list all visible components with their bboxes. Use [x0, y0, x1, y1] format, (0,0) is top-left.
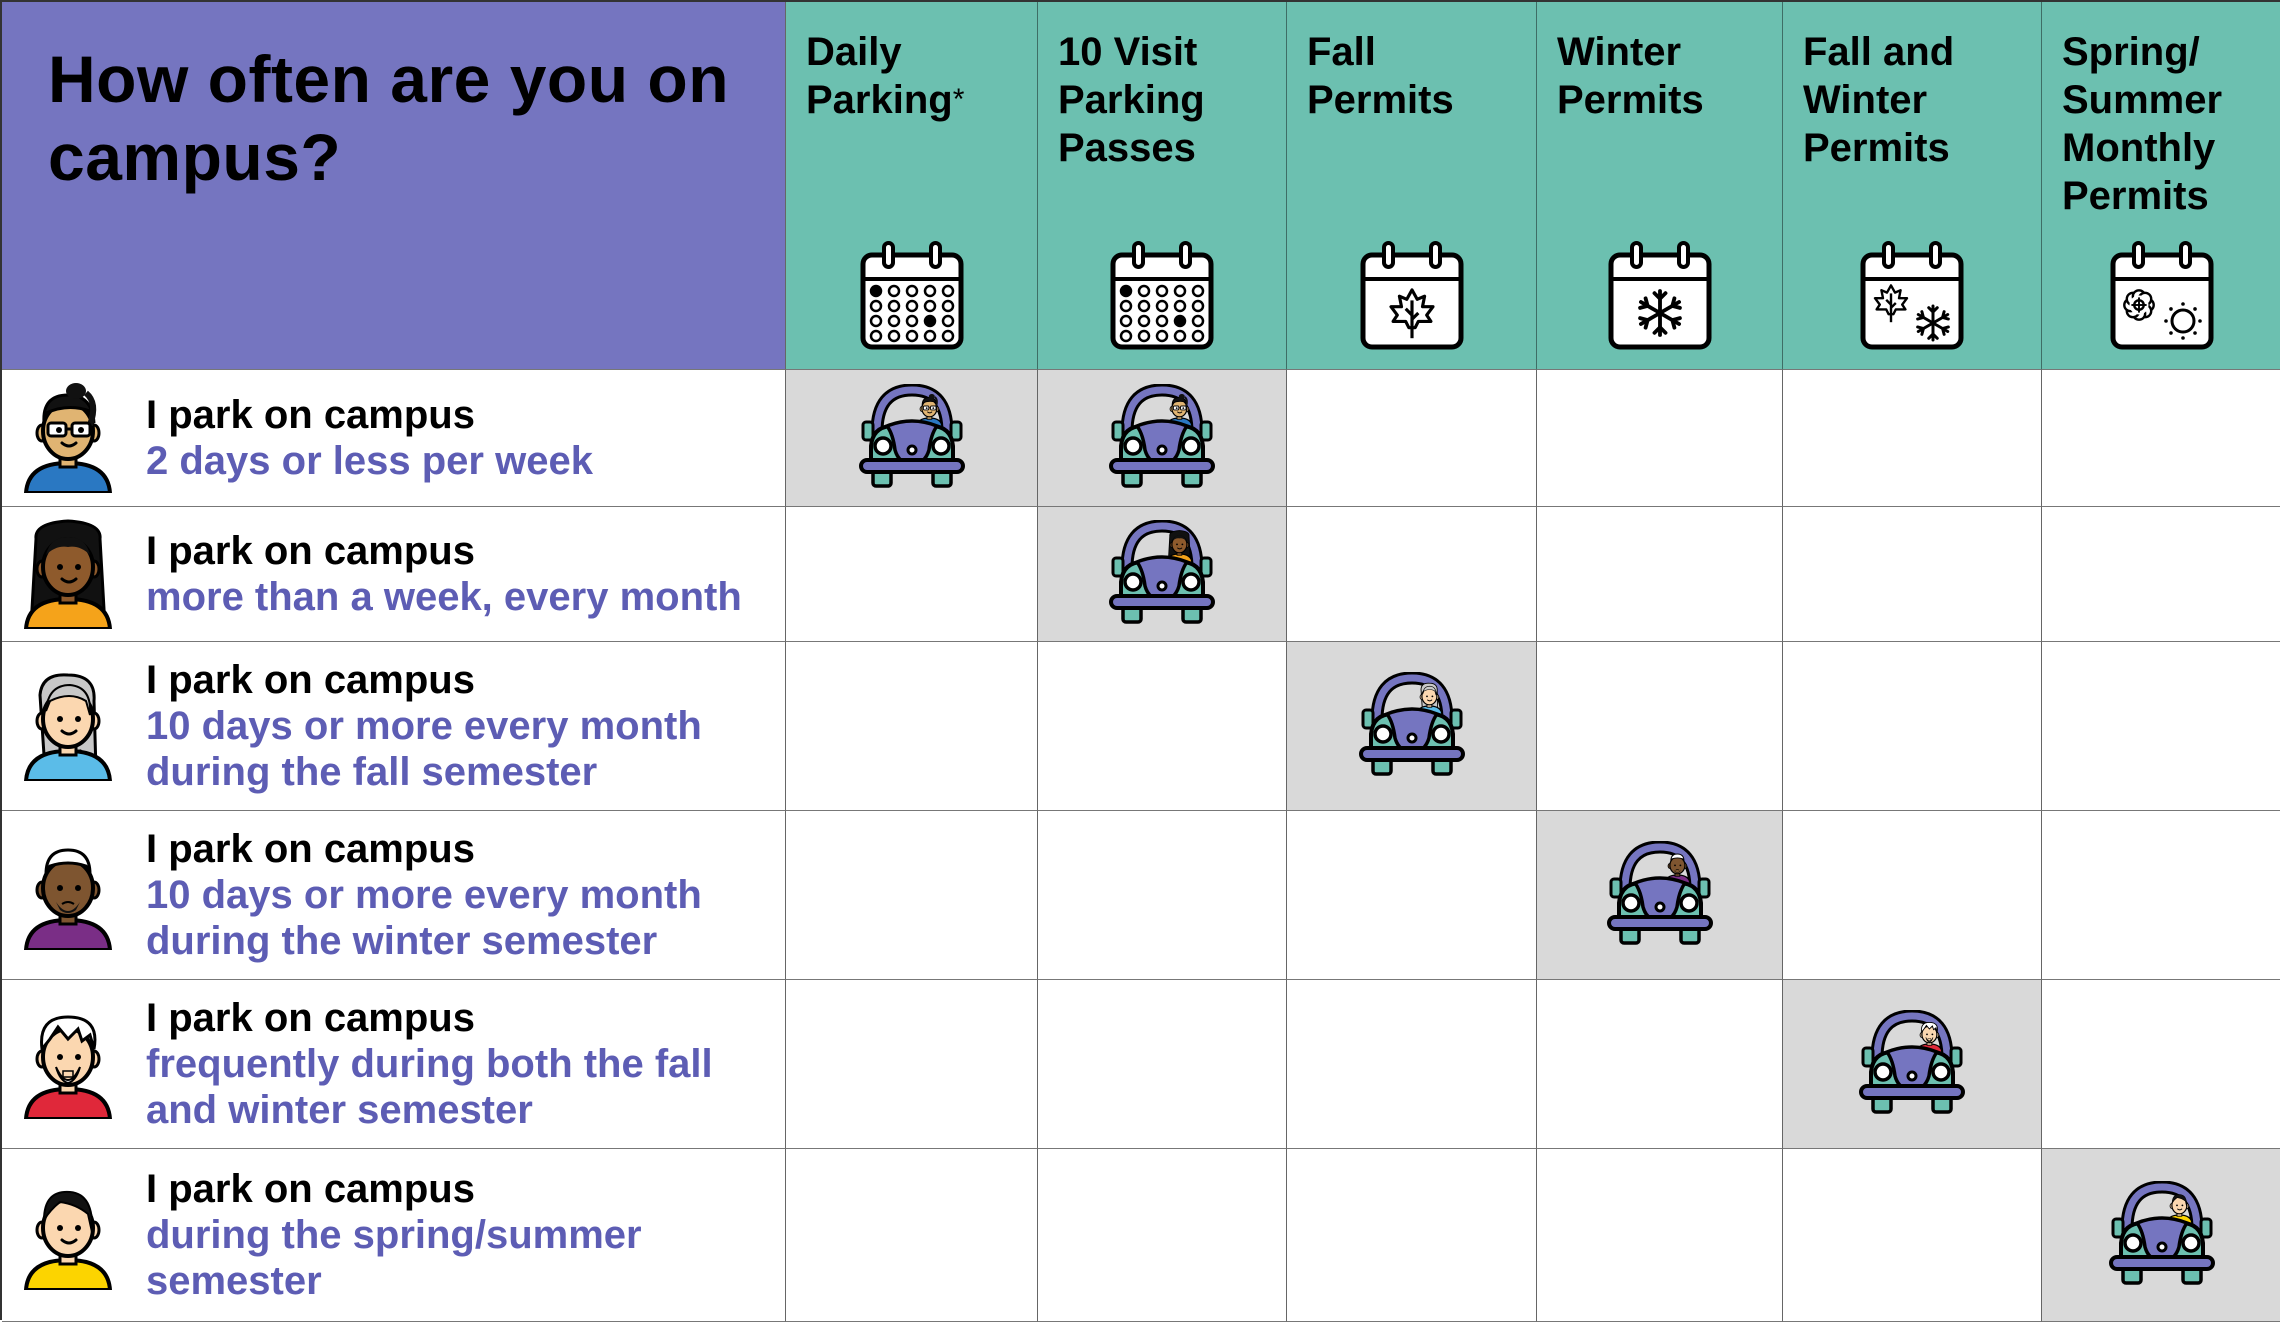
- empty-cell: [1783, 370, 2042, 507]
- empty-cell: [1038, 1149, 1287, 1322]
- car-with-driver-icon: [1601, 840, 1719, 949]
- plan-label: Daily Parking*: [806, 30, 965, 122]
- empty-cell: [1783, 811, 2042, 980]
- recommended-cell: [786, 370, 1038, 507]
- recommended-cell: [1287, 642, 1537, 811]
- usage-row-label: I park on campus 10 days or more every m…: [2, 811, 786, 980]
- recommended-cell: [1038, 507, 1287, 642]
- recommended-cell: [1038, 370, 1287, 507]
- usage-description: I park on campus during the spring/summe…: [146, 1166, 642, 1304]
- empty-cell: [786, 642, 1038, 811]
- usage-detail: more than a week, every month: [146, 575, 742, 619]
- person-glasses-bun-avatar: [20, 383, 116, 495]
- calendar-snowflake-icon: [1605, 241, 1715, 351]
- empty-cell: [1537, 980, 1783, 1149]
- empty-cell: [1783, 642, 2042, 811]
- empty-cell: [1537, 642, 1783, 811]
- usage-description: I park on campus frequently during both …: [146, 995, 713, 1133]
- empty-cell: [1287, 811, 1537, 980]
- empty-cell: [2042, 370, 2280, 507]
- usage-lead: I park on campus: [146, 393, 475, 437]
- question-title: How often are you on campus?: [48, 42, 730, 194]
- car-with-driver-icon: [1103, 383, 1221, 492]
- plan-header: Daily Parking*: [786, 2, 1038, 370]
- empty-cell: [1038, 980, 1287, 1149]
- empty-cell: [786, 1149, 1038, 1322]
- empty-cell: [786, 811, 1038, 980]
- person-curly-hair-avatar: [20, 519, 116, 631]
- plan-label: Spring/ Summer Monthly Permits: [2062, 30, 2223, 218]
- empty-cell: [1287, 507, 1537, 642]
- calendar-leaf-snowflake-icon: [1857, 241, 1967, 351]
- person-long-grey-hair-avatar: [20, 671, 116, 785]
- empty-cell: [1537, 370, 1783, 507]
- question-header: How often are you on campus?: [2, 2, 786, 370]
- empty-cell: [2042, 507, 2280, 642]
- calendar-days-icon: [857, 241, 967, 351]
- empty-cell: [786, 980, 1038, 1149]
- calendar-flower-sun-icon: [2107, 241, 2217, 351]
- car-with-driver-icon: [853, 383, 971, 492]
- usage-detail: during the spring/summer semester: [146, 1213, 642, 1303]
- empty-cell: [1287, 1149, 1537, 1322]
- usage-lead: I park on campus: [146, 658, 475, 702]
- empty-cell: [1783, 1149, 2042, 1322]
- plan-label: Winter Permits: [1557, 30, 1704, 122]
- usage-description: I park on campus more than a week, every…: [146, 528, 742, 620]
- person-white-hair-goatee-avatar: [20, 1009, 116, 1121]
- plan-label: 10 Visit Parking Passes: [1058, 30, 1205, 170]
- usage-detail: frequently during both the fall and wint…: [146, 1042, 713, 1132]
- empty-cell: [2042, 811, 2280, 980]
- usage-lead: I park on campus: [146, 996, 475, 1040]
- calendar-days-icon: [1107, 241, 1217, 351]
- plan-header: 10 Visit Parking Passes: [1038, 2, 1287, 370]
- usage-row-label: I park on campus more than a week, every…: [2, 507, 786, 642]
- plan-header: Fall and Winter Permits: [1783, 2, 2042, 370]
- usage-description: I park on campus 10 days or more every m…: [146, 826, 702, 964]
- plan-header: Spring/ Summer Monthly Permits: [2042, 2, 2280, 370]
- usage-description: I park on campus 10 days or more every m…: [146, 657, 702, 795]
- empty-cell: [786, 507, 1038, 642]
- empty-cell: [1038, 811, 1287, 980]
- plan-header: Fall Permits: [1287, 2, 1537, 370]
- empty-cell: [1537, 1149, 1783, 1322]
- usage-lead: I park on campus: [146, 529, 475, 573]
- usage-description: I park on campus 2 days or less per week: [146, 392, 593, 484]
- recommended-cell: [2042, 1149, 2280, 1322]
- recommended-cell: [1537, 811, 1783, 980]
- empty-cell: [1783, 507, 2042, 642]
- usage-row-label: I park on campus during the spring/summe…: [2, 1149, 786, 1322]
- car-with-driver-icon: [2103, 1180, 2221, 1289]
- empty-cell: [2042, 980, 2280, 1149]
- empty-cell: [2042, 642, 2280, 811]
- plan-header: Winter Permits: [1537, 2, 1783, 370]
- car-with-driver-icon: [1853, 1009, 1971, 1118]
- car-with-driver-icon: [1353, 671, 1471, 780]
- usage-detail: 10 days or more every month during the f…: [146, 704, 702, 794]
- usage-detail: 10 days or more every month during the w…: [146, 873, 702, 963]
- calendar-maple-leaf-icon: [1357, 241, 1467, 351]
- footnote-marker: *: [952, 83, 965, 116]
- person-short-black-hair-avatar: [20, 1180, 116, 1292]
- usage-detail: 2 days or less per week: [146, 439, 593, 483]
- empty-cell: [1537, 507, 1783, 642]
- parking-options-table: How often are you on campus? Daily Parkin…: [0, 0, 2280, 1322]
- recommended-cell: [1783, 980, 2042, 1149]
- empty-cell: [1287, 370, 1537, 507]
- empty-cell: [1038, 642, 1287, 811]
- usage-row-label: I park on campus 2 days or less per week: [2, 370, 786, 507]
- usage-lead: I park on campus: [146, 1167, 475, 1211]
- person-cap-beard-avatar: [20, 840, 116, 952]
- usage-row-label: I park on campus 10 days or more every m…: [2, 642, 786, 811]
- empty-cell: [1287, 980, 1537, 1149]
- car-with-driver-icon: [1103, 519, 1221, 628]
- usage-row-label: I park on campus frequently during both …: [2, 980, 786, 1149]
- usage-lead: I park on campus: [146, 827, 475, 871]
- plan-label: Fall Permits: [1307, 30, 1454, 122]
- plan-label: Fall and Winter Permits: [1803, 30, 1955, 170]
